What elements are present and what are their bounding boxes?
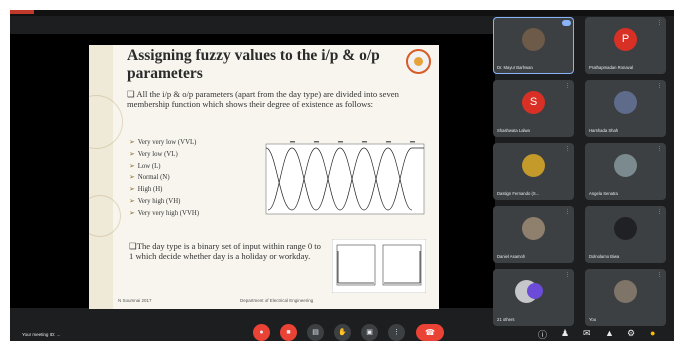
- chat-icon[interactable]: ✉: [583, 328, 591, 339]
- list-item: Low (L): [129, 161, 199, 173]
- participant-tile[interactable]: P ⋮ Prathapmadan Ronaval: [585, 17, 666, 74]
- participant-name: Prathapmadan Ronaval: [589, 65, 633, 70]
- participant-name: Dr. Mayur Barhwan: [497, 65, 533, 70]
- participant-tile[interactable]: S ⋮ Shashwata Lalwa: [493, 80, 574, 137]
- avatar: P: [614, 28, 637, 51]
- participant-tile[interactable]: ⋮ Dolnolamo Biwa: [585, 206, 666, 263]
- more-options-button[interactable]: ⋮: [388, 324, 405, 341]
- list-item: Very very high (VVH): [129, 208, 199, 220]
- meeting-details[interactable]: Your meeting ID: ...: [22, 332, 60, 337]
- list-item: Normal (N): [129, 172, 199, 184]
- list-item: High (H): [129, 184, 199, 196]
- host-controls-icon[interactable]: ⚙: [627, 328, 635, 339]
- meeting-window: Assigning fuzzy values to the i/p & o/p …: [10, 10, 674, 341]
- membership-list: Very very low (VVL) Very low (VL) Low (L…: [129, 137, 199, 220]
- leave-call-button[interactable]: ☎: [416, 324, 444, 341]
- participant-tile-others[interactable]: ⋮ 21 others: [493, 269, 574, 326]
- participant-name: Dastign Fernando (S...: [497, 191, 540, 196]
- mic-off-icon: ⋮: [657, 83, 662, 89]
- avatar: [614, 154, 637, 177]
- mic-off-icon: ⋮: [657, 20, 662, 26]
- participant-tile[interactable]: ⋮ Dastign Fernando (S...: [493, 143, 574, 200]
- avatar: [527, 283, 543, 299]
- avatar: [614, 217, 637, 240]
- avatar: [522, 28, 545, 51]
- participant-tile[interactable]: ⋮ Harshada Shah: [585, 80, 666, 137]
- slide-decor-swirl: [89, 195, 121, 237]
- bullet-day-type: ❑The day type is a binary set of input w…: [129, 241, 321, 262]
- bulb-icon[interactable]: ●: [650, 328, 655, 338]
- list-item: Very low (VL): [129, 149, 199, 161]
- participant-name: You: [589, 317, 597, 322]
- avatar: [522, 154, 545, 177]
- present-screen-button[interactable]: ▣: [361, 324, 378, 341]
- participant-tile[interactable]: ⋮ Angela Senatra: [585, 143, 666, 200]
- slide-footer-right: Department of Electrical Engineering: [240, 298, 314, 303]
- speaking-indicator-icon: [562, 20, 571, 26]
- participant-name: Daniel Asamoh: [497, 254, 526, 259]
- mic-off-icon: ⋮: [657, 209, 662, 215]
- participant-tile[interactable]: ⋮ Daniel Asamoh: [493, 206, 574, 263]
- people-icon[interactable]: ♟: [561, 328, 569, 339]
- list-item: Very high (VH): [129, 196, 199, 208]
- slide-decor-band: [89, 45, 113, 309]
- participant-name: 21 others: [497, 317, 515, 322]
- avatar: S: [522, 91, 545, 114]
- mic-off-icon: ⋮: [565, 146, 570, 152]
- participant-name: Harshada Shah: [589, 128, 619, 133]
- bullet-membership-intro: ❑ All the i/p & o/p parameters (apart fr…: [127, 89, 399, 110]
- mic-off-icon: ⋮: [565, 272, 570, 278]
- participant-tile-self[interactable]: ⋮ You: [585, 269, 666, 326]
- institute-logo-icon: [406, 49, 431, 74]
- participant-tile[interactable]: Dr. Mayur Barhwan: [493, 17, 574, 74]
- avatar: [614, 91, 637, 114]
- mic-off-icon: ⋮: [657, 272, 662, 278]
- slide-footer-left: N Soumnai 2017: [118, 298, 152, 303]
- avatar: [522, 217, 545, 240]
- camera-off-button[interactable]: ■: [280, 324, 297, 341]
- captions-button[interactable]: ▤: [307, 324, 324, 341]
- app-logo: [10, 10, 34, 14]
- info-icon[interactable]: ⓘ: [538, 328, 547, 341]
- slide-decor-swirl: [89, 95, 123, 149]
- mic-off-icon: ⋮: [657, 146, 662, 152]
- activities-icon[interactable]: ▲: [605, 328, 614, 338]
- mic-off-button[interactable]: ●: [253, 324, 270, 341]
- participant-name: Dolnolamo Biwa: [589, 254, 620, 259]
- mic-off-icon: ⋮: [565, 83, 570, 89]
- participant-name: Angela Senatra: [589, 191, 618, 196]
- mic-off-icon: ⋮: [565, 209, 570, 215]
- list-item: Very very low (VVL): [129, 137, 199, 149]
- slide-title: Assigning fuzzy values to the i/p & o/p …: [127, 47, 380, 82]
- top-strip: [10, 10, 674, 16]
- day-type-plot: [332, 239, 426, 293]
- membership-function-plot: [265, 141, 425, 215]
- presented-slide: Assigning fuzzy values to the i/p & o/p …: [89, 45, 439, 309]
- participant-name: Shashwata Lalwa: [497, 128, 530, 133]
- avatar: [614, 280, 637, 303]
- raise-hand-button[interactable]: ✋: [334, 324, 351, 341]
